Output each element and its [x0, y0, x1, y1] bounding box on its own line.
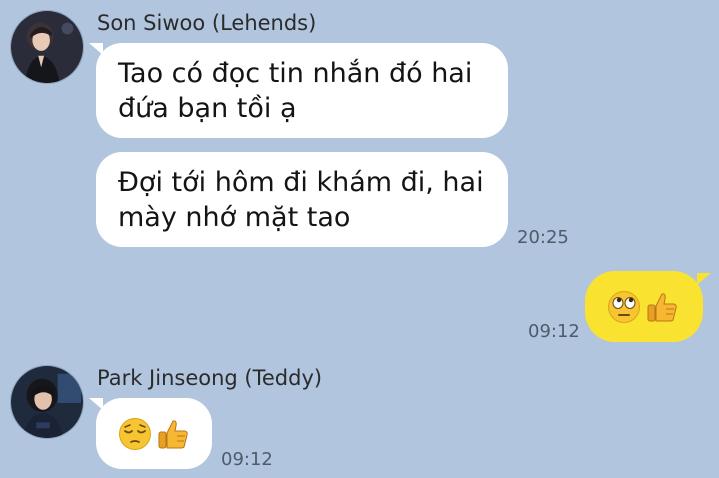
thumbs-up-emoji — [647, 293, 677, 322]
emoji-row — [118, 417, 190, 451]
message-time: 09:12 — [528, 321, 580, 342]
sender-name: Park Jinseong (Teddy) — [97, 366, 323, 390]
message-time: 20:25 — [517, 227, 569, 248]
profile-photo-icon — [11, 366, 83, 438]
thumbs-up-emoji — [158, 420, 188, 449]
sender-name: Son Siwoo (Lehends) — [97, 11, 317, 35]
rolling-eyes-emoji — [608, 291, 640, 323]
message-text: Tao có đọc tin nhắn đó hai đứa bạn tồi ạ — [118, 58, 473, 124]
bubble-tail — [697, 273, 711, 285]
message-bubble[interactable]: Tao có đọc tin nhắn đó hai đứa bạn tồi ạ — [96, 43, 508, 138]
message-time: 09:12 — [221, 449, 273, 470]
emoji-row — [607, 290, 679, 324]
profile-photo-icon — [11, 11, 83, 83]
pensive-face-emoji — [119, 418, 151, 450]
avatar[interactable] — [10, 365, 84, 439]
message-bubble[interactable]: Đợi tới hôm đi khám đi, hai mày nhớ mặt … — [96, 152, 508, 247]
message-text: Đợi tới hôm đi khám đi, hai mày nhớ mặt … — [118, 167, 484, 233]
avatar[interactable] — [10, 10, 84, 84]
